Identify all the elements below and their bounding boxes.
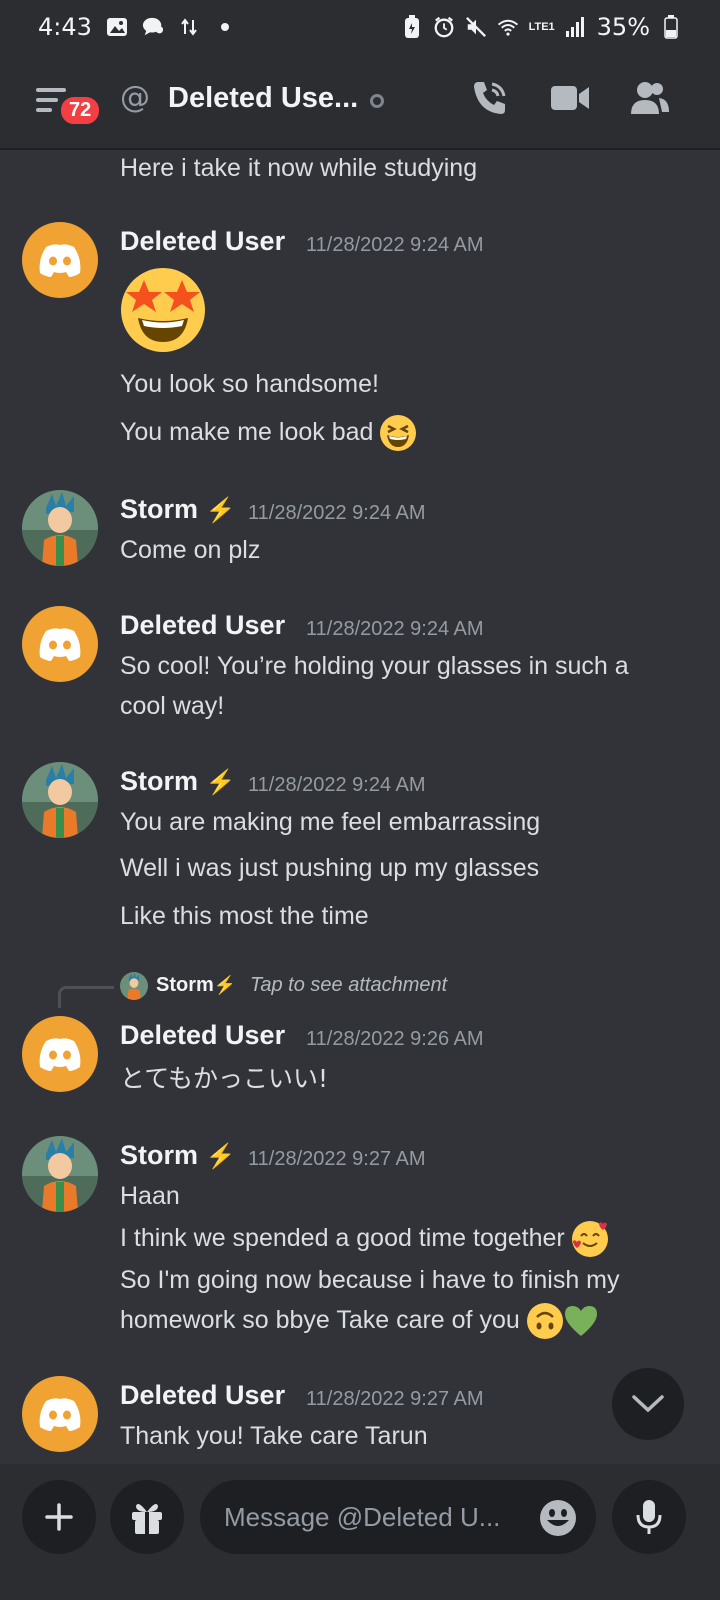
message-author[interactable]: Storm ⚡ <box>120 494 235 525</box>
lightning-emoji: ⚡ <box>205 1143 236 1170</box>
message-author[interactable]: Deleted User <box>120 226 285 257</box>
dot-icon <box>214 16 236 38</box>
emoji-button[interactable] <box>538 1498 578 1538</box>
message-timestamp: 11/28/2022 9:24 AM <box>248 774 426 796</box>
message-text: I think we spended a good time together <box>120 1220 608 1258</box>
reply-author[interactable]: Storm⚡ <box>156 974 236 997</box>
lte-label: LTE1 <box>528 21 555 33</box>
discord-logo-icon <box>39 244 81 277</box>
reply-avatar[interactable] <box>120 972 148 1000</box>
message-author[interactable]: Storm ⚡ <box>120 766 235 797</box>
channel-header: 72 @ Deleted Use... <box>0 54 720 150</box>
plus-icon <box>45 1503 73 1531</box>
message-text: cool way! <box>120 692 225 720</box>
message-text: So I'm going now because i have to finis… <box>120 1266 620 1294</box>
message-input[interactable] <box>224 1498 524 1536</box>
lightning-emoji: ⚡ <box>205 769 236 796</box>
message-text: とてもかっこいい! <box>120 1064 329 1093</box>
avatar[interactable] <box>22 606 98 682</box>
storm-avatar-image <box>120 972 148 1000</box>
message-text: Haan <box>120 1182 180 1210</box>
message-timestamp: 11/28/2022 9:24 AM <box>306 618 484 640</box>
gallery-icon <box>106 16 128 38</box>
jump-to-bottom-button[interactable] <box>612 1368 684 1440</box>
avatar[interactable] <box>22 222 98 298</box>
channel-title[interactable]: Deleted Use... <box>168 82 358 115</box>
message-text: Thank you! Take care Tarun <box>120 1422 428 1450</box>
message-composer <box>0 1464 720 1600</box>
voice-message-button[interactable] <box>612 1480 686 1554</box>
at-icon: @ <box>120 80 150 115</box>
battery-icon <box>660 15 682 39</box>
message-text: You look so handsome! <box>120 370 379 398</box>
avatar[interactable] <box>22 1376 98 1452</box>
storm-avatar-image <box>22 490 98 566</box>
smiling-hearts-emoji <box>571 1221 608 1258</box>
message-timestamp: 11/28/2022 9:26 AM <box>306 1028 484 1050</box>
message-text: Come on plz <box>120 536 261 564</box>
avatar[interactable] <box>22 490 98 566</box>
lightning-emoji: ⚡ <box>213 975 237 995</box>
star-struck-emoji <box>118 262 208 352</box>
wifi-icon <box>497 16 519 38</box>
chevron-down-icon <box>632 1395 664 1413</box>
green-heart-emoji <box>563 1303 599 1339</box>
status-time: 4:43 <box>38 13 92 41</box>
storm-avatar-image <box>22 1136 98 1212</box>
mic-icon <box>636 1500 662 1534</box>
avatar[interactable] <box>22 1136 98 1212</box>
mute-icon <box>465 16 487 38</box>
alarm-icon <box>433 16 455 38</box>
message-input-container[interactable] <box>200 1480 596 1554</box>
gift-icon <box>132 1504 162 1534</box>
attach-button[interactable] <box>22 1480 96 1554</box>
chat-icon <box>142 16 164 38</box>
message-list[interactable]: Here i take it now while studying Delete… <box>0 150 720 1494</box>
battery-saver-icon <box>401 15 423 38</box>
message-timestamp: 11/28/2022 9:24 AM <box>248 502 426 524</box>
discord-logo-icon <box>39 1038 81 1071</box>
members-button[interactable] <box>628 76 672 120</box>
video-icon <box>551 86 589 110</box>
avatar[interactable] <box>22 762 98 838</box>
emoji-icon <box>540 1500 576 1536</box>
notification-badge: 72 <box>58 94 103 127</box>
discord-logo-icon <box>39 1398 81 1431</box>
message-text: You make me look bad <box>120 414 417 452</box>
status-bar: 4:43 LTE1 35% <box>0 0 720 54</box>
message-author[interactable]: Storm ⚡ <box>120 1140 235 1171</box>
members-icon <box>631 82 669 114</box>
message-timestamp: 11/28/2022 9:27 AM <box>248 1148 426 1170</box>
avatar[interactable] <box>22 1016 98 1092</box>
message-text: Like this most the time <box>120 902 369 930</box>
message-text: You are making me feel embarrassing <box>120 808 541 836</box>
message-text: Well i was just pushing up my glasses <box>120 854 540 882</box>
message-text: Here i take it now while studying <box>120 154 478 182</box>
message-timestamp: 11/28/2022 9:27 AM <box>306 1388 484 1410</box>
signal-icon <box>565 16 587 38</box>
gift-button[interactable] <box>110 1480 184 1554</box>
laughing-emoji <box>380 415 417 452</box>
message-author[interactable]: Deleted User <box>120 1380 285 1411</box>
data-transfer-icon <box>178 16 200 38</box>
discord-logo-icon <box>39 628 81 661</box>
message-author[interactable]: Deleted User <box>120 610 285 641</box>
offline-status-icon <box>370 94 384 108</box>
lightning-emoji: ⚡ <box>205 497 236 524</box>
message-author[interactable]: Deleted User <box>120 1020 285 1051</box>
storm-avatar-image <box>22 762 98 838</box>
voice-call-button[interactable] <box>468 76 512 120</box>
reply-connector <box>58 986 114 1008</box>
message-timestamp: 11/28/2022 9:24 AM <box>306 234 484 256</box>
phone-icon <box>474 82 506 114</box>
message-text: homework so bbye Take care of you <box>120 1302 599 1340</box>
battery-percent: 35% <box>596 13 650 41</box>
message-text: So cool! You’re holding your glasses in … <box>120 652 629 680</box>
reply-preview[interactable]: Tap to see attachment <box>250 974 447 997</box>
upside-down-face-emoji <box>526 1303 563 1340</box>
video-call-button[interactable] <box>548 76 592 120</box>
